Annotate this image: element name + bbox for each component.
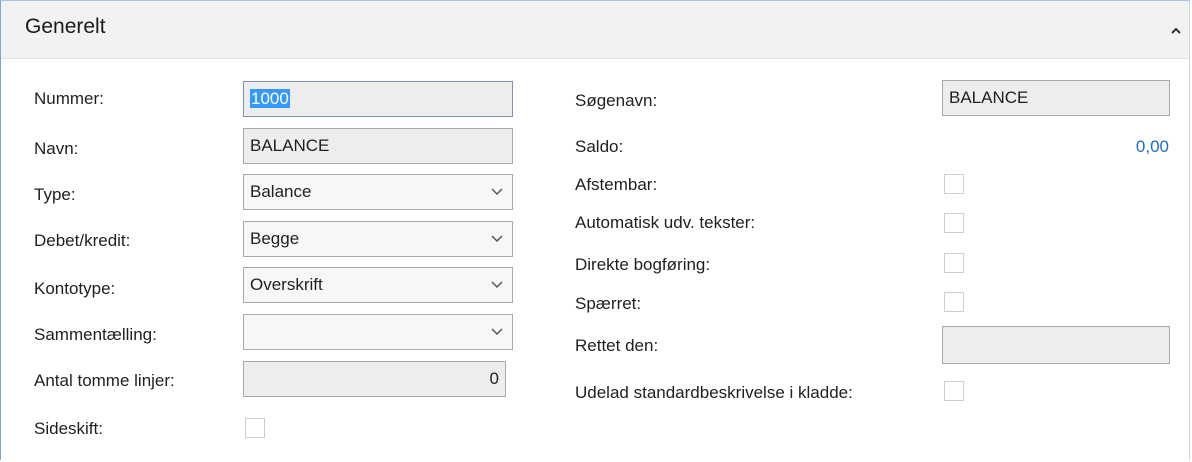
chevron-down-icon [491, 188, 503, 196]
antal-tomme-linjer-field[interactable]: 0 [243, 361, 506, 397]
type-value: Balance [250, 182, 312, 201]
type-label: Type: [34, 185, 76, 204]
nummer-value: 1000 [250, 89, 290, 108]
sammentaelling-select[interactable] [243, 314, 513, 350]
kontotype-value: Overskrift [250, 275, 323, 294]
udelad-standardbeskrivelse-checkbox[interactable] [944, 381, 964, 401]
spaerret-checkbox[interactable] [944, 292, 964, 312]
rettet-den-field[interactable] [942, 326, 1170, 364]
debet-kredit-select[interactable]: Begge [243, 221, 513, 257]
direkte-bogfoering-checkbox[interactable] [944, 253, 964, 273]
rettet-den-label: Rettet den: [575, 336, 659, 355]
kontotype-label: Kontotype: [34, 279, 116, 298]
chevron-up-icon[interactable] [1169, 25, 1183, 37]
fasttab-header-generelt[interactable]: Generelt [1, 1, 1189, 59]
chevron-down-icon [491, 328, 503, 336]
debet-kredit-label: Debet/kredit: [34, 231, 131, 250]
sammentaelling-label: Sammentælling: [34, 325, 157, 344]
sideskift-label: Sideskift: [34, 419, 103, 438]
nummer-field[interactable]: 1000 [243, 81, 513, 117]
antal-tomme-linjer-label: Antal tomme linjer: [34, 371, 175, 390]
nummer-label: Nummer: [34, 89, 104, 108]
type-select[interactable]: Balance [243, 174, 513, 210]
navn-field[interactable]: BALANCE [243, 128, 513, 164]
chevron-down-icon [491, 235, 503, 243]
saldo-value[interactable]: 0,00 [1136, 137, 1169, 157]
navn-label: Navn: [34, 139, 79, 158]
udelad-standardbeskrivelse-label: Udelad standardbeskrivelse i kladde: [575, 383, 853, 402]
chevron-down-icon [491, 281, 503, 289]
sideskift-checkbox[interactable] [245, 418, 265, 438]
soegenavn-label: Søgenavn: [575, 91, 658, 110]
spaerret-label: Spærret: [575, 294, 642, 313]
kontotype-select[interactable]: Overskrift [243, 267, 513, 303]
soegenavn-field[interactable]: BALANCE [942, 80, 1170, 116]
afstembar-label: Afstembar: [575, 175, 658, 194]
automatisk-udv-tekster-label: Automatisk udv. tekster: [575, 213, 756, 232]
debet-kredit-value: Begge [250, 229, 300, 248]
afstembar-checkbox[interactable] [944, 174, 964, 194]
direkte-bogfoering-label: Direkte bogføring: [575, 255, 711, 274]
section-title: Generelt [25, 15, 106, 38]
automatisk-udv-tekster-checkbox[interactable] [944, 213, 964, 233]
saldo-label: Saldo: [575, 137, 624, 156]
